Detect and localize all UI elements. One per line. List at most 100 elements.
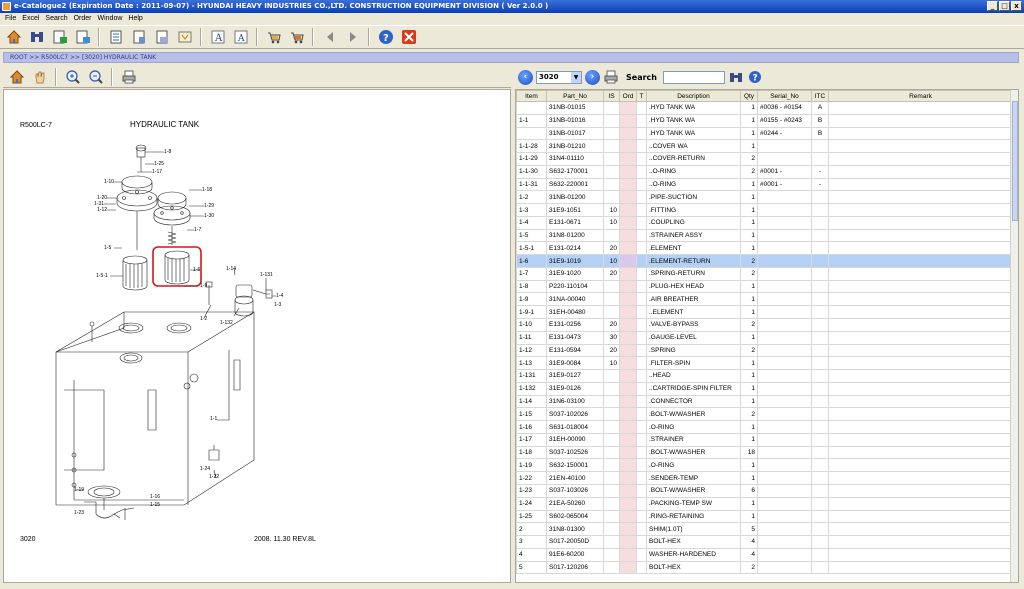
cell-t[interactable]: [636, 560, 647, 575]
table-row[interactable]: 1-1-30 S632-170001 ..O-RING 2 #0001 --: [516, 164, 1013, 179]
cell-item[interactable]: 1-1-29: [516, 152, 547, 166]
table-row[interactable]: 3 S017-20050D BOLT-HEX 4: [516, 535, 1013, 549]
cell-remark[interactable]: [828, 394, 1013, 409]
cell-ord[interactable]: [619, 318, 637, 332]
cell-ord[interactable]: [619, 547, 637, 562]
cell-serial[interactable]: [757, 535, 812, 549]
cell-desc[interactable]: .FITTING: [646, 203, 741, 217]
font-a-icon[interactable]: A: [207, 27, 228, 47]
col-itc[interactable]: ITC: [811, 90, 829, 102]
cell-ord[interactable]: [619, 101, 637, 115]
cell-ord[interactable]: [619, 164, 637, 179]
cell-qty[interactable]: 1: [740, 369, 758, 383]
cell-serial[interactable]: [757, 254, 812, 268]
cell-is[interactable]: [603, 177, 620, 192]
col-t[interactable]: T: [636, 90, 647, 102]
table-row[interactable]: 1-7 31E9-1020 20 .SPRING-RETURN 2: [516, 266, 1013, 281]
cell-t[interactable]: [636, 381, 647, 396]
cell-is[interactable]: 20: [603, 343, 620, 358]
cell-qty[interactable]: 1: [740, 420, 758, 434]
cell-t[interactable]: [636, 279, 647, 294]
cell-itc[interactable]: [811, 560, 829, 575]
cell-ord[interactable]: [619, 343, 637, 358]
cell-item[interactable]: 1-5-1: [516, 241, 547, 256]
cell-t[interactable]: [636, 139, 647, 154]
cell-serial[interactable]: [757, 369, 812, 383]
col-remark[interactable]: Remark: [828, 90, 1013, 102]
cell-item[interactable]: 1-18: [516, 445, 547, 460]
table-row[interactable]: 1-16 S631-018004 .O-RING 1: [516, 420, 1013, 434]
cell-remark[interactable]: [828, 471, 1013, 485]
cell-qty[interactable]: 2: [740, 254, 758, 268]
cell-desc[interactable]: .COUPLING: [646, 215, 741, 230]
back-nav-icon[interactable]: ‹: [518, 69, 533, 85]
cell-ord[interactable]: [619, 369, 637, 383]
cell-qty[interactable]: 1: [740, 292, 758, 307]
cell-item[interactable]: 1-2: [516, 190, 547, 205]
cell-is[interactable]: 20: [603, 318, 620, 332]
cell-ord[interactable]: [619, 509, 637, 524]
table-row[interactable]: 1-132 31E9-0126 ..CARTRIDGE-SPIN FILTER 1: [516, 381, 1013, 396]
table-row[interactable]: 5 S017-120206 BOLT-HEX 2: [516, 560, 1013, 575]
cell-part[interactable]: S037-102526: [546, 445, 604, 460]
menu-file[interactable]: File: [2, 13, 19, 24]
cell-remark[interactable]: [828, 522, 1013, 537]
list-add-icon[interactable]: [128, 27, 149, 47]
cell-part[interactable]: 31E9-0127: [546, 369, 604, 383]
cell-item[interactable]: 4: [516, 547, 547, 562]
cell-desc[interactable]: BOLT-HEX: [646, 535, 741, 549]
cell-itc[interactable]: [811, 394, 829, 409]
col-qty[interactable]: Qty: [740, 90, 758, 102]
cell-ord[interactable]: [619, 241, 637, 256]
col-item[interactable]: Item: [516, 90, 547, 102]
cell-desc[interactable]: .SENDER-TEMP: [646, 471, 741, 485]
cell-ord[interactable]: [619, 305, 637, 320]
cell-is[interactable]: [603, 522, 620, 537]
cell-itc[interactable]: [811, 292, 829, 307]
cell-serial[interactable]: [757, 509, 812, 524]
cell-itc[interactable]: [811, 266, 829, 281]
cell-serial[interactable]: [757, 318, 812, 332]
cell-ord[interactable]: [619, 432, 637, 447]
cell-ord[interactable]: [619, 279, 637, 294]
cell-desc[interactable]: .GAUGE-LEVEL: [646, 330, 741, 345]
cell-qty[interactable]: 2: [740, 266, 758, 281]
cell-ord[interactable]: [619, 126, 637, 141]
cell-remark[interactable]: [828, 547, 1013, 562]
cell-is[interactable]: 10: [603, 203, 620, 217]
cell-item[interactable]: [516, 126, 547, 141]
cell-remark[interactable]: [828, 152, 1013, 166]
cell-is[interactable]: [603, 471, 620, 485]
help-icon[interactable]: ?: [375, 27, 396, 47]
cell-itc[interactable]: B: [811, 126, 829, 141]
cell-qty[interactable]: 4: [740, 535, 758, 549]
cart-icon[interactable]: [263, 27, 284, 47]
cell-part[interactable]: P220-110104: [546, 279, 604, 294]
cell-item[interactable]: 1-14: [516, 394, 547, 409]
cell-desc[interactable]: .BOLT-W/WASHER: [646, 483, 741, 498]
cell-itc[interactable]: [811, 381, 829, 396]
menu-excel[interactable]: Excel: [19, 13, 42, 24]
cell-part[interactable]: 21EN-40100: [546, 471, 604, 485]
cell-itc[interactable]: [811, 483, 829, 498]
cell-ord[interactable]: [619, 215, 637, 230]
cell-part[interactable]: 31EH-00090: [546, 432, 604, 447]
cell-part[interactable]: 91E6-60200: [546, 547, 604, 562]
back-arrow-icon[interactable]: [319, 27, 340, 47]
cell-remark[interactable]: [828, 381, 1013, 396]
table-row[interactable]: 1-4 E131-0671 10 .COUPLING 1: [516, 215, 1013, 230]
callout-1-24[interactable]: 1-24: [200, 466, 210, 472]
cell-itc[interactable]: [811, 215, 829, 230]
cell-remark[interactable]: [828, 343, 1013, 358]
cell-itc[interactable]: [811, 509, 829, 524]
cell-remark[interactable]: [828, 113, 1013, 128]
callout-1-12[interactable]: 1-12: [97, 207, 107, 213]
cell-qty[interactable]: 2: [740, 152, 758, 166]
cell-qty[interactable]: 1: [740, 305, 758, 320]
cell-ord[interactable]: [619, 190, 637, 205]
cell-itc[interactable]: [811, 152, 829, 166]
cell-part[interactable]: 21EA-50260: [546, 496, 604, 511]
cell-item[interactable]: [516, 101, 547, 115]
table-row[interactable]: 1-14 31N6-03100 .CONNECTOR 1: [516, 394, 1013, 409]
cell-serial[interactable]: [757, 420, 812, 434]
